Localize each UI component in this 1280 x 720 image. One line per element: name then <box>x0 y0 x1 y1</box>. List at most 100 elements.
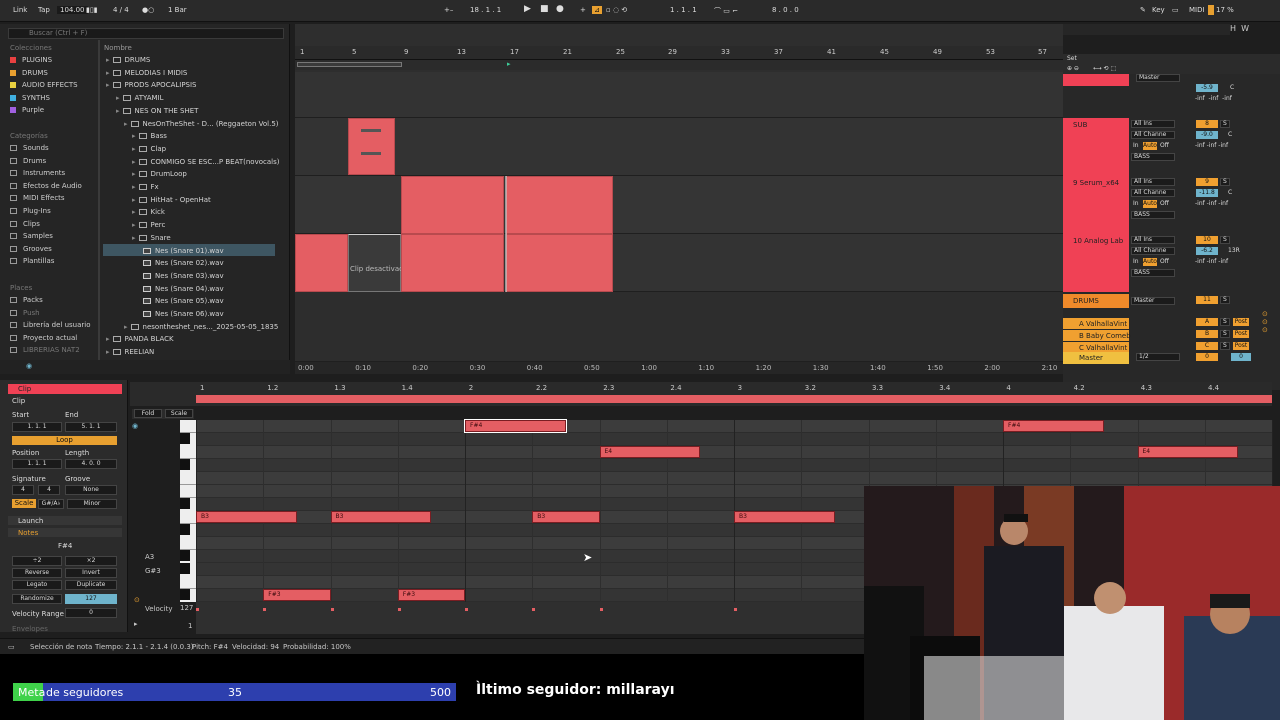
file-item-13[interactable]: ▸ Perc <box>132 221 165 229</box>
midi-map-label[interactable]: MIDI <box>1189 6 1205 14</box>
file-item-1[interactable]: ▸ MELODIAS I MIDIS <box>106 69 187 77</box>
velocity-toggle-icon[interactable]: ⊙ <box>134 596 140 604</box>
input-type[interactable]: All Ins <box>1131 178 1175 186</box>
file-item-3[interactable]: ▸ ATYAMIL <box>116 94 164 102</box>
output-bass[interactable]: BASS <box>1131 211 1175 219</box>
piano-black-key[interactable] <box>180 524 190 535</box>
key-map-label[interactable]: Key <box>1152 6 1165 14</box>
file-item-0[interactable]: ▸ DRUMS <box>106 56 150 64</box>
sig-num-field[interactable]: 4 <box>12 485 34 495</box>
file-item-2[interactable]: ▸ PRODS APOCALIPSIS <box>106 81 197 89</box>
monitor-auto[interactable]: Auto <box>1143 142 1157 150</box>
monitor-in[interactable]: In <box>1133 142 1139 149</box>
file-item-4[interactable]: ▸ NES ON THE SHET <box>116 107 198 115</box>
piano-black-key[interactable] <box>180 433 190 444</box>
collection-audio-effects[interactable]: AUDIO EFFECTS <box>10 81 78 89</box>
track-volume[interactable]: -9.0 <box>1196 131 1218 139</box>
solo-button[interactable]: S <box>1220 178 1230 186</box>
velocity-marker[interactable] <box>599 608 603 611</box>
overdub-icon[interactable]: + <box>580 6 586 14</box>
track-volume[interactable]: -11.8 <box>1196 189 1218 197</box>
arrange-tools[interactable]: ⟷ ⟲ ⬚ <box>1093 65 1116 72</box>
start-field[interactable]: 1. 1. 1 <box>12 422 62 432</box>
expand-icon[interactable]: ▸ <box>106 81 110 89</box>
velocity-marker[interactable] <box>465 608 468 611</box>
position-field[interactable]: 1. 1. 1 <box>12 459 62 469</box>
expand-icon[interactable]: ▸ <box>106 348 110 356</box>
loop-brace[interactable] <box>297 62 402 67</box>
clip-serum-2[interactable] <box>506 176 613 234</box>
stop-icon[interactable]: ■ <box>540 4 549 14</box>
piano-white-key[interactable] <box>180 484 196 485</box>
length-field[interactable]: 4. 0. 0 <box>65 459 117 469</box>
tempo-field[interactable]: 104.00 <box>57 6 88 14</box>
top-volume[interactable]: -5.9 <box>1196 84 1218 92</box>
expand-icon[interactable]: ▸ <box>106 69 110 77</box>
top-output[interactable]: Master <box>1136 74 1180 82</box>
piano-roll-ruler[interactable]: 1 1.2 1.3 1.4 2 2.2 2.3 2.4 3 3.2 3.3 3.4 4 4.2 4.3 4.4 <box>196 382 1272 394</box>
solo-button[interactable]: S <box>1220 120 1230 128</box>
scale-button[interactable]: Scale <box>165 409 193 418</box>
input-type[interactable]: All Ins <box>1131 120 1175 128</box>
key-icon[interactable]: ▭ <box>1172 6 1179 14</box>
clip-analog-2[interactable] <box>401 234 504 292</box>
expand-icon[interactable]: ▸ <box>132 221 136 229</box>
launch-section[interactable]: Launch <box>8 516 122 525</box>
file-item-6[interactable]: ▸ Bass <box>132 132 167 140</box>
velocity-marker[interactable] <box>532 608 536 611</box>
category-2[interactable]: Instruments <box>10 169 65 177</box>
loop-length-field[interactable]: 8 . 0 . 0 <box>772 6 799 14</box>
track-header-top[interactable] <box>1063 74 1129 86</box>
expand-icon[interactable]: ▸ <box>132 183 136 191</box>
clip-analog-1[interactable] <box>295 234 348 292</box>
master-track-header[interactable]: Master <box>1063 352 1129 364</box>
expand-icon[interactable]: ▸ <box>124 120 128 128</box>
loop-strip[interactable]: ▸ <box>295 60 1063 70</box>
track-number[interactable]: 11 <box>1196 296 1218 304</box>
monitor-auto[interactable]: Auto <box>1143 258 1157 266</box>
mixer-track-2[interactable]: 10 Analog Lab <box>1063 234 1129 292</box>
session-icons[interactable]: ▫ ◌ ⟲ <box>606 6 627 14</box>
master-num[interactable]: 0 <box>1196 353 1218 361</box>
midi-note[interactable]: F#3 <box>263 589 331 601</box>
arrangement-ruler[interactable]: 1 5 9 13 17 21 25 29 33 37 41 45 49 53 57 <box>295 46 1063 60</box>
track-pan[interactable]: 13R <box>1228 247 1240 254</box>
metronome-icon[interactable]: ▮▯▮ <box>86 6 98 14</box>
file-item-22[interactable]: ▸ PANDA BLACK <box>106 335 174 343</box>
midi-note[interactable]: E4 <box>599 446 701 458</box>
return-code[interactable]: A <box>1196 318 1218 326</box>
category-9[interactable]: Plantillas <box>10 257 54 265</box>
duplicate-button[interactable]: Duplicate <box>65 580 117 590</box>
track-pan[interactable]: C <box>1228 189 1232 196</box>
scale-mode-select[interactable]: Minor <box>67 499 117 509</box>
halve-button[interactable]: ÷2 <box>12 556 62 566</box>
collection-purple[interactable]: Purple <box>10 106 44 114</box>
file-item-19[interactable]: Nes (Snare 05).wav <box>140 297 224 305</box>
file-item-7[interactable]: ▸ Clap <box>132 145 166 153</box>
piano-black-key[interactable] <box>180 550 190 561</box>
place-4[interactable]: LIBRERIAS NAT2 <box>10 346 80 354</box>
preview-note-icon[interactable]: ◉ <box>132 422 138 430</box>
monitor-off[interactable]: Off <box>1160 258 1169 265</box>
input-type[interactable]: All Ins <box>1131 236 1175 244</box>
loop-start-field[interactable]: 1 . 1 . 1 <box>670 6 697 14</box>
mixer-track-0[interactable]: SUB <box>1063 118 1129 176</box>
collection-drums[interactable]: DRUMS <box>10 69 48 77</box>
loop-toggle[interactable]: Loop <box>12 436 117 445</box>
velocity-marker[interactable] <box>196 608 199 611</box>
return-code[interactable]: C <box>1196 342 1218 350</box>
category-8[interactable]: Grooves <box>10 245 52 253</box>
randomize-button[interactable]: Randomize <box>12 594 62 604</box>
monitor-off[interactable]: Off <box>1160 142 1169 149</box>
expand-icon[interactable]: ▸ <box>132 132 136 140</box>
clip-deactivated[interactable]: Clip desactivado <box>348 234 408 292</box>
midi-note[interactable]: F#4 <box>1003 420 1104 432</box>
return-track-0[interactable]: A ValhallaVint <box>1063 318 1129 329</box>
monitor-auto[interactable]: Auto <box>1143 200 1157 208</box>
browser-search-input[interactable]: Buscar (Ctrl + F) <box>8 28 284 39</box>
track-lane-top[interactable] <box>295 72 1063 118</box>
punch-icons[interactable]: ⌒ ▭ ⌐ <box>714 6 738 16</box>
notes-section[interactable]: Notes <box>8 528 122 537</box>
expand-icon[interactable]: ▸ <box>106 56 110 64</box>
return-code[interactable]: B <box>1196 330 1218 338</box>
